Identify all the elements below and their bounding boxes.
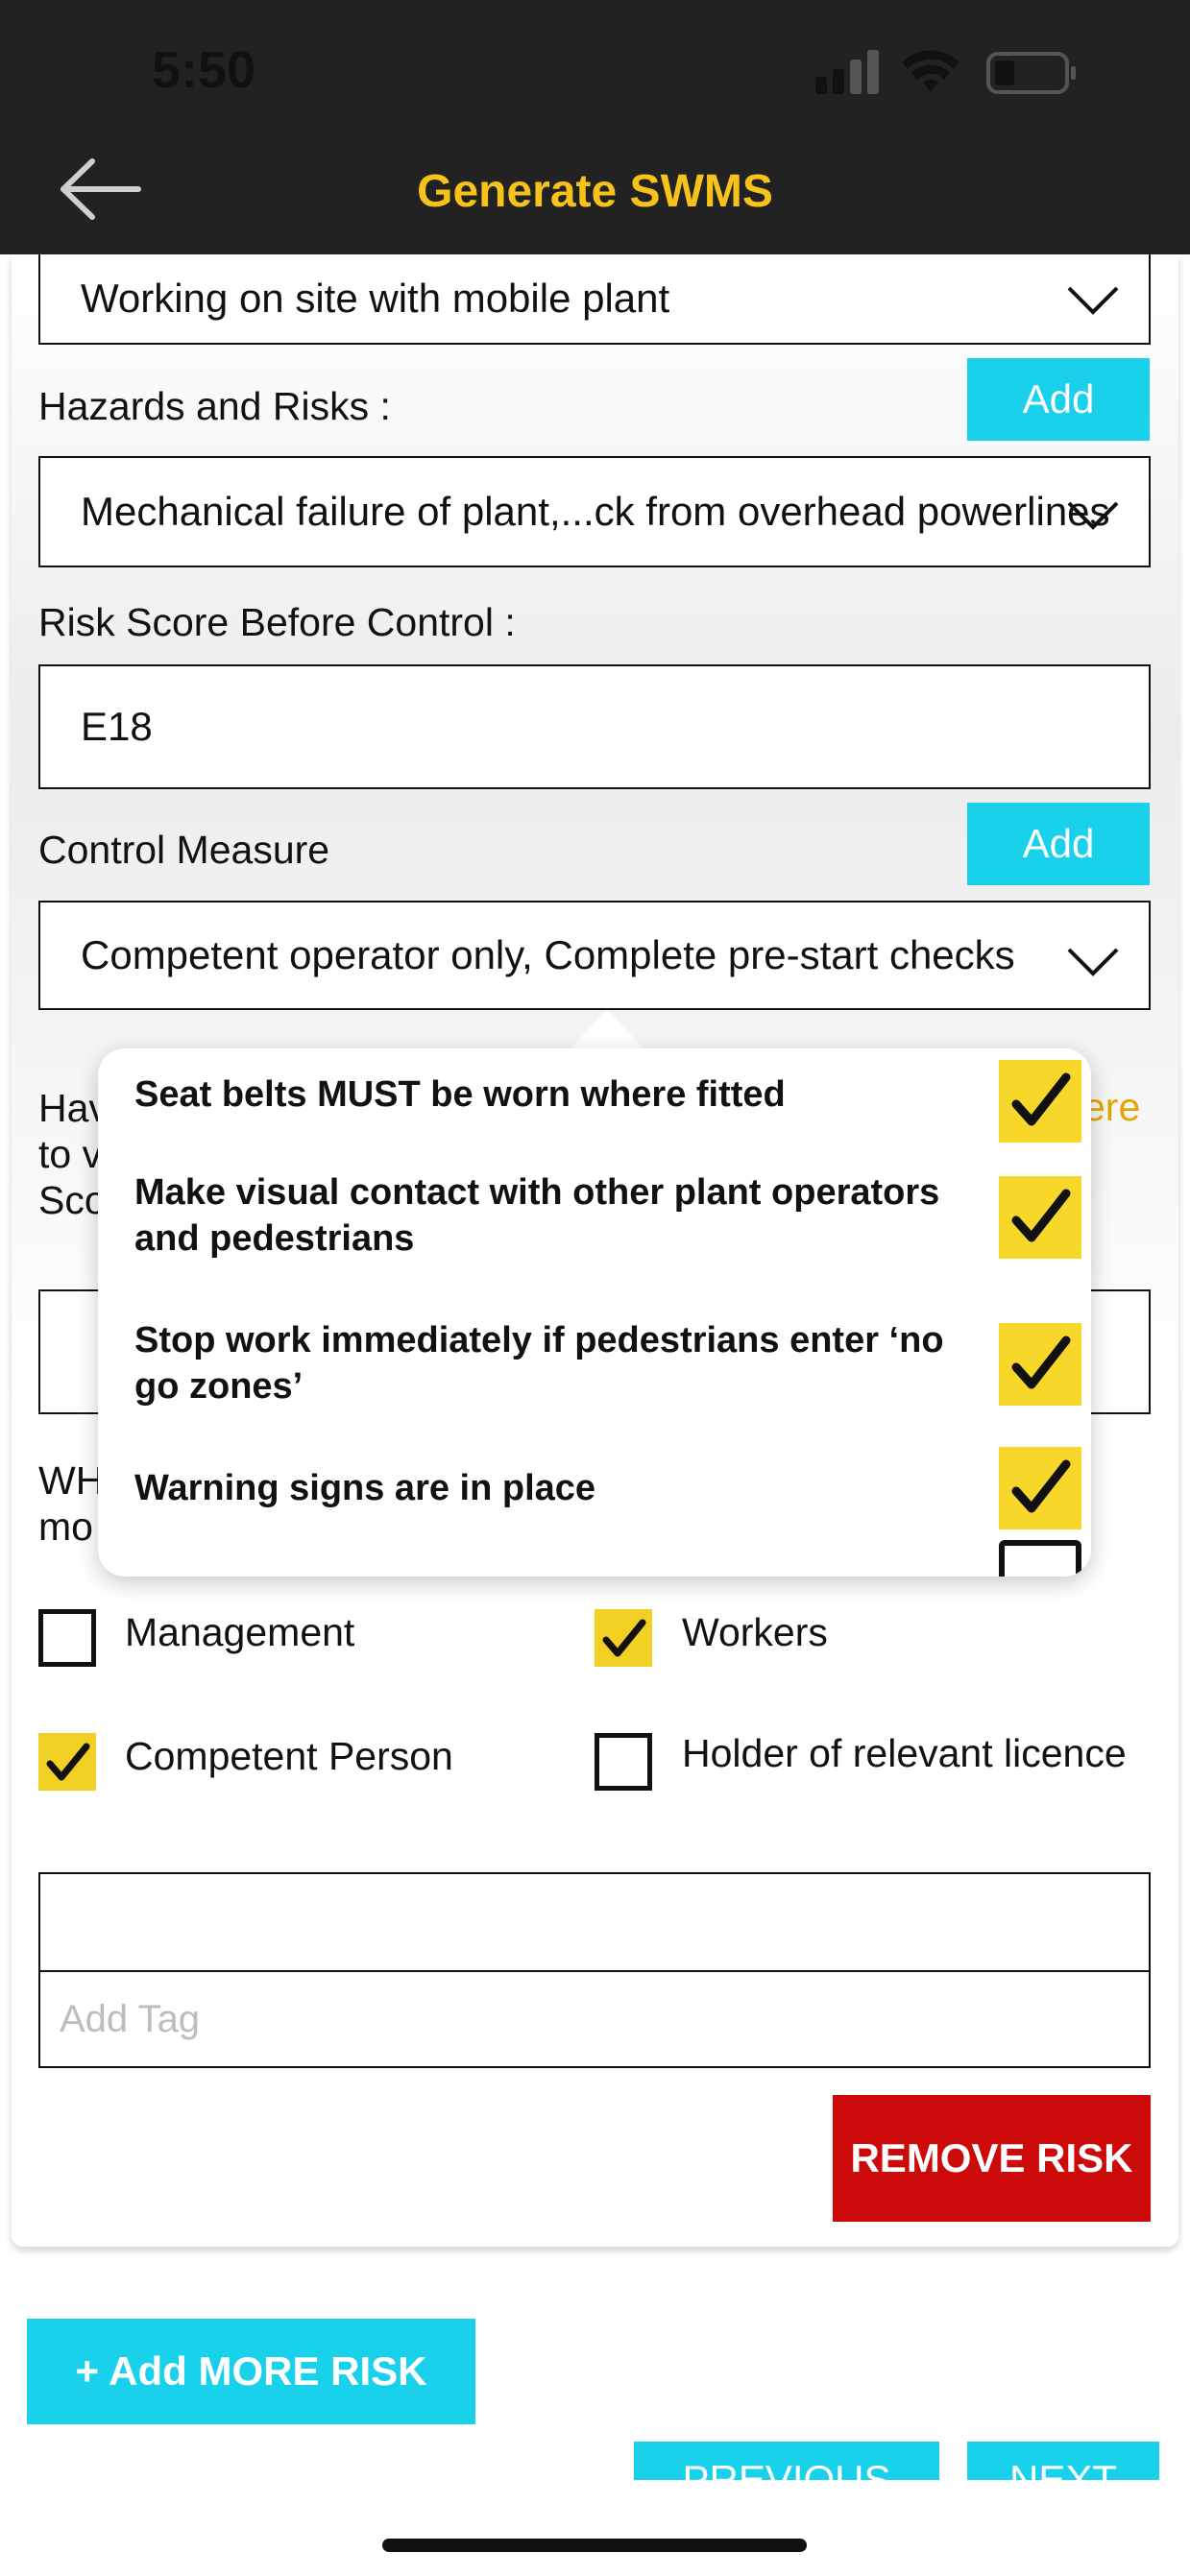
checkmark-icon: [602, 1619, 646, 1657]
activity-select[interactable]: Working on site with mobile plant: [38, 254, 1151, 345]
chevron-down-icon: [1067, 948, 1119, 976]
checkmark-icon: [46, 1743, 90, 1781]
battery-icon: [986, 52, 1076, 94]
home-indicator: [382, 2539, 807, 2552]
licence-holder-label: Holder of relevant licence: [682, 1731, 1127, 1775]
popover-item-checkbox[interactable]: [999, 1060, 1081, 1143]
add-control-button[interactable]: Add: [967, 803, 1150, 885]
add-hazard-button[interactable]: Add: [967, 358, 1150, 441]
control-select[interactable]: Competent operator only, Complete pre-st…: [38, 901, 1151, 1010]
add-tag-input[interactable]: [38, 1970, 1151, 2068]
popover-item-label[interactable]: Seat belts MUST be worn where fitted: [134, 1071, 960, 1118]
hazards-select[interactable]: Mechanical failure of plant,...ck from o…: [38, 456, 1151, 567]
add-more-risk-button[interactable]: + Add MORE RISK: [27, 2319, 475, 2424]
risk-before-field[interactable]: E18: [38, 664, 1151, 789]
workers-checkbox[interactable]: [595, 1609, 652, 1667]
popover-item-checkbox[interactable]: [999, 1540, 1081, 1577]
status-icons: [815, 50, 1076, 94]
management-label: Management: [125, 1610, 355, 1654]
chevron-down-icon: [1067, 286, 1119, 315]
popover-arrow: [569, 1010, 645, 1050]
hazards-label: Hazards and Risks :: [38, 384, 391, 428]
wifi-icon: [902, 50, 959, 92]
header-bar: Generate SWMS: [0, 125, 1190, 254]
control-select-value: Competent operator only, Complete pre-st…: [81, 932, 1015, 977]
remove-risk-button[interactable]: REMOVE RISK: [833, 2095, 1151, 2222]
previous-button[interactable]: PREVIOUS: [634, 2442, 939, 2480]
popover-item-label[interactable]: Make visual contact with other plant ope…: [134, 1169, 960, 1262]
checkmark-icon: [1011, 1336, 1071, 1389]
popover-item-checkbox[interactable]: [999, 1447, 1081, 1529]
risk-before-label: Risk Score Before Control :: [38, 600, 516, 644]
licence-holder-checkbox[interactable]: [595, 1733, 652, 1791]
who-label: WH mo: [38, 1458, 105, 1549]
control-label: Control Measure: [38, 828, 330, 872]
hidden-link[interactable]: ere: [1083, 1085, 1140, 1130]
popover-item-checkbox[interactable]: [999, 1323, 1081, 1406]
activity-select-value: Working on site with mobile plant: [81, 276, 670, 321]
competent-person-checkbox[interactable]: [38, 1733, 96, 1791]
tags-display: [38, 1872, 1151, 1972]
popover-item-label[interactable]: Warning signs are in place: [134, 1465, 960, 1511]
popover-item-label[interactable]: Stop work immediately if pedestrians ent…: [134, 1317, 960, 1409]
status-time: 5:50: [152, 41, 256, 99]
management-checkbox[interactable]: [38, 1609, 96, 1667]
checkmark-icon: [1011, 1189, 1071, 1242]
next-button[interactable]: NEXT: [967, 2442, 1159, 2480]
hazards-select-value: Mechanical failure of plant,...ck from o…: [81, 489, 1110, 534]
checkmark-icon: [1011, 1072, 1071, 1126]
signal-icon: [815, 50, 879, 94]
status-bar: 5:50: [0, 0, 1190, 125]
risk-before-value: E18: [81, 704, 153, 749]
chevron-down-icon: [1067, 501, 1119, 530]
popover-item-checkbox[interactable]: [999, 1176, 1081, 1259]
control-measure-popover: Seat belts MUST be worn where fitted Mak…: [98, 1048, 1091, 1577]
page-title: Generate SWMS: [417, 166, 773, 217]
checkmark-icon: [1011, 1459, 1071, 1513]
workers-label: Workers: [682, 1610, 828, 1654]
competent-person-label: Competent Person: [125, 1734, 453, 1778]
